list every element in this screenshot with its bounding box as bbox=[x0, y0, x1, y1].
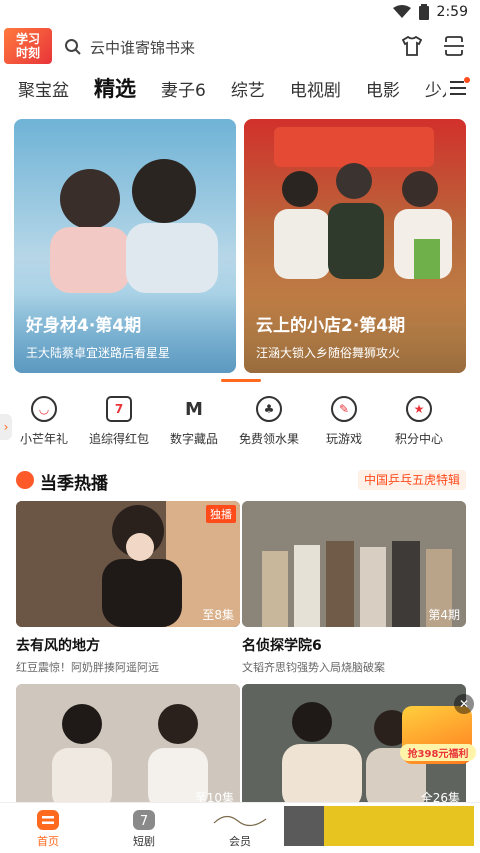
fruit-tree-icon: ♣ bbox=[256, 396, 282, 422]
tab-tv-series[interactable]: 电视剧 bbox=[290, 76, 341, 101]
show-card[interactable]: 至10集 bbox=[16, 684, 240, 810]
banner-card[interactable]: 云上的小店2·第4期 汪涵大锁入乡随俗舞狮攻火 bbox=[244, 119, 466, 373]
quick-item-new-year-gift[interactable]: ◡ 小芒年礼 bbox=[6, 396, 82, 447]
show-title: 名侦探学院6 bbox=[242, 638, 322, 654]
quick-item-free-fruit[interactable]: ♣ 免费领水果 bbox=[231, 396, 307, 447]
nav-label: 会员 bbox=[229, 835, 251, 848]
show-card[interactable]: 独播 至8集 去有风的地方 红豆震惊！阿奶胖揍阿遥阿远 bbox=[16, 501, 240, 675]
channel-menu-button[interactable] bbox=[446, 76, 470, 100]
gift-icon: ◡ bbox=[31, 396, 57, 422]
banner-title: 云上的小店2·第4期 bbox=[256, 316, 406, 336]
tab-variety[interactable]: 综艺 bbox=[231, 76, 265, 101]
banner-image bbox=[274, 127, 452, 279]
digital-collectible-icon: M bbox=[185, 398, 203, 420]
star-icon: ★ bbox=[406, 396, 432, 422]
quick-item-games[interactable]: ✎ 玩游戏 bbox=[306, 396, 382, 447]
home-icon bbox=[37, 810, 59, 830]
quick-item-label: 数字藏品 bbox=[169, 432, 218, 446]
nav-vip[interactable]: 会员 bbox=[210, 809, 270, 849]
banner-image bbox=[50, 159, 218, 293]
app-logo[interactable]: 学习 时刻 bbox=[4, 28, 52, 64]
show-subtitle: 红豆震惊！阿奶胖揍阿遥阿远 bbox=[16, 661, 159, 674]
logo-line-2: 时刻 bbox=[15, 46, 40, 60]
section-title: 当季热播 bbox=[40, 474, 108, 494]
banner-subtitle: 汪涵大锁入乡随俗舞狮攻火 bbox=[256, 346, 401, 360]
nav-label: 首页 bbox=[37, 835, 59, 848]
show-thumbnail: 第4期 bbox=[242, 501, 466, 627]
header-actions bbox=[400, 34, 466, 58]
gamepad-icon: ✎ bbox=[331, 396, 357, 422]
ad-logo bbox=[284, 806, 324, 846]
quick-entry-row: ◡ 小芒年礼 7 追综得红包 M 数字藏品 ♣ 免费领水果 ✎ 玩游戏 ★ 积分… bbox=[0, 396, 480, 454]
nav-home[interactable]: 首页 bbox=[18, 809, 78, 849]
banner-subtitle: 王大陆蔡卓宜迷路后看星星 bbox=[26, 346, 171, 360]
tab-wife6[interactable]: 妻子6 bbox=[161, 76, 206, 101]
show-subtitle: 文韬齐思钧强势入局烧脑破案 bbox=[242, 661, 385, 674]
tshirt-icon[interactable] bbox=[400, 34, 424, 58]
banner-caption: 云上的小店2·第4期 汪涵大锁入乡随俗舞狮攻火 bbox=[244, 293, 466, 373]
search-icon bbox=[65, 39, 81, 55]
nav-short-drama[interactable]: 7 短剧 bbox=[114, 809, 174, 849]
search-bar[interactable]: 云中谁寄锦书来 bbox=[64, 32, 384, 62]
floating-promo[interactable]: ✕ 抢398元福利 bbox=[400, 694, 476, 764]
top-header: 学习 时刻 云中谁寄锦书来 bbox=[0, 26, 480, 68]
channel-tabs: 聚宝盆 精选 妻子6 综艺 电视剧 电影 少儿 bbox=[0, 70, 480, 106]
close-icon[interactable]: ✕ bbox=[454, 694, 474, 714]
section-header: 当季热播 中国乒乓五虎特辑 bbox=[16, 468, 466, 494]
quick-item-label: 免费领水果 bbox=[238, 432, 299, 446]
promo-label: 抢398元福利 bbox=[400, 744, 476, 761]
carousel-indicator bbox=[221, 379, 261, 382]
episode-count: 第4期 bbox=[428, 608, 460, 622]
show-title: 去有风的地方 bbox=[16, 638, 100, 654]
status-bar: 2:59 bbox=[0, 0, 480, 26]
quick-item-label: 玩游戏 bbox=[325, 432, 362, 446]
episode-count: 至8集 bbox=[202, 608, 234, 622]
battery-icon bbox=[418, 4, 429, 20]
search-placeholder: 云中谁寄锦书来 bbox=[90, 38, 196, 57]
menu-icon bbox=[450, 77, 470, 95]
show-thumbnail: 至10集 bbox=[16, 684, 240, 810]
quick-item-points-center[interactable]: ★ 积分中心 bbox=[381, 396, 457, 447]
scan-icon[interactable] bbox=[442, 34, 466, 58]
wifi-icon bbox=[392, 5, 411, 18]
clock: 2:59 bbox=[436, 4, 468, 20]
svg-text:7: 7 bbox=[140, 814, 148, 829]
exclusive-badge: 独播 bbox=[206, 505, 236, 523]
vip-icon bbox=[213, 815, 267, 827]
quick-item-label: 小芒年礼 bbox=[19, 432, 68, 446]
banner-card[interactable]: 好身材4·第4期 王大陆蔡卓宜迷路后看星星 bbox=[14, 119, 236, 373]
show-card[interactable]: 第4期 名侦探学院6 文韬齐思钧强势入局烧脑破案 bbox=[242, 501, 466, 675]
show-thumbnail: 独播 至8集 bbox=[16, 501, 240, 627]
short-drama-icon: 7 bbox=[133, 810, 155, 830]
quick-item-label: 积分中心 bbox=[394, 432, 443, 446]
quick-item-red-packet[interactable]: 7 追综得红包 bbox=[81, 396, 157, 447]
logo-line-1: 学习 bbox=[15, 32, 40, 46]
quick-item-label: 追综得红包 bbox=[88, 432, 149, 446]
tab-featured[interactable]: 精选 bbox=[94, 73, 136, 103]
nav-label: 短剧 bbox=[133, 835, 155, 848]
status-icons: 2:59 bbox=[392, 4, 468, 20]
play-icon bbox=[16, 471, 34, 489]
quick-item-digital-collectibles[interactable]: M 数字藏品 bbox=[156, 396, 232, 447]
calendar-icon: 7 bbox=[106, 396, 132, 422]
banner-title: 好身材4·第4期 bbox=[26, 316, 142, 336]
tab-movie[interactable]: 电影 bbox=[366, 76, 400, 101]
tab-jubaopen[interactable]: 聚宝盆 bbox=[18, 76, 69, 101]
bottom-ad-banner[interactable] bbox=[284, 806, 474, 846]
banner-caption: 好身材4·第4期 王大陆蔡卓宜迷路后看星星 bbox=[14, 293, 236, 373]
banner-carousel: 好身材4·第4期 王大陆蔡卓宜迷路后看星星 云上的小店2·第4期 汪涵大锁入乡随… bbox=[14, 119, 480, 373]
section-promo-link[interactable]: 中国乒乓五虎特辑 bbox=[357, 470, 466, 490]
